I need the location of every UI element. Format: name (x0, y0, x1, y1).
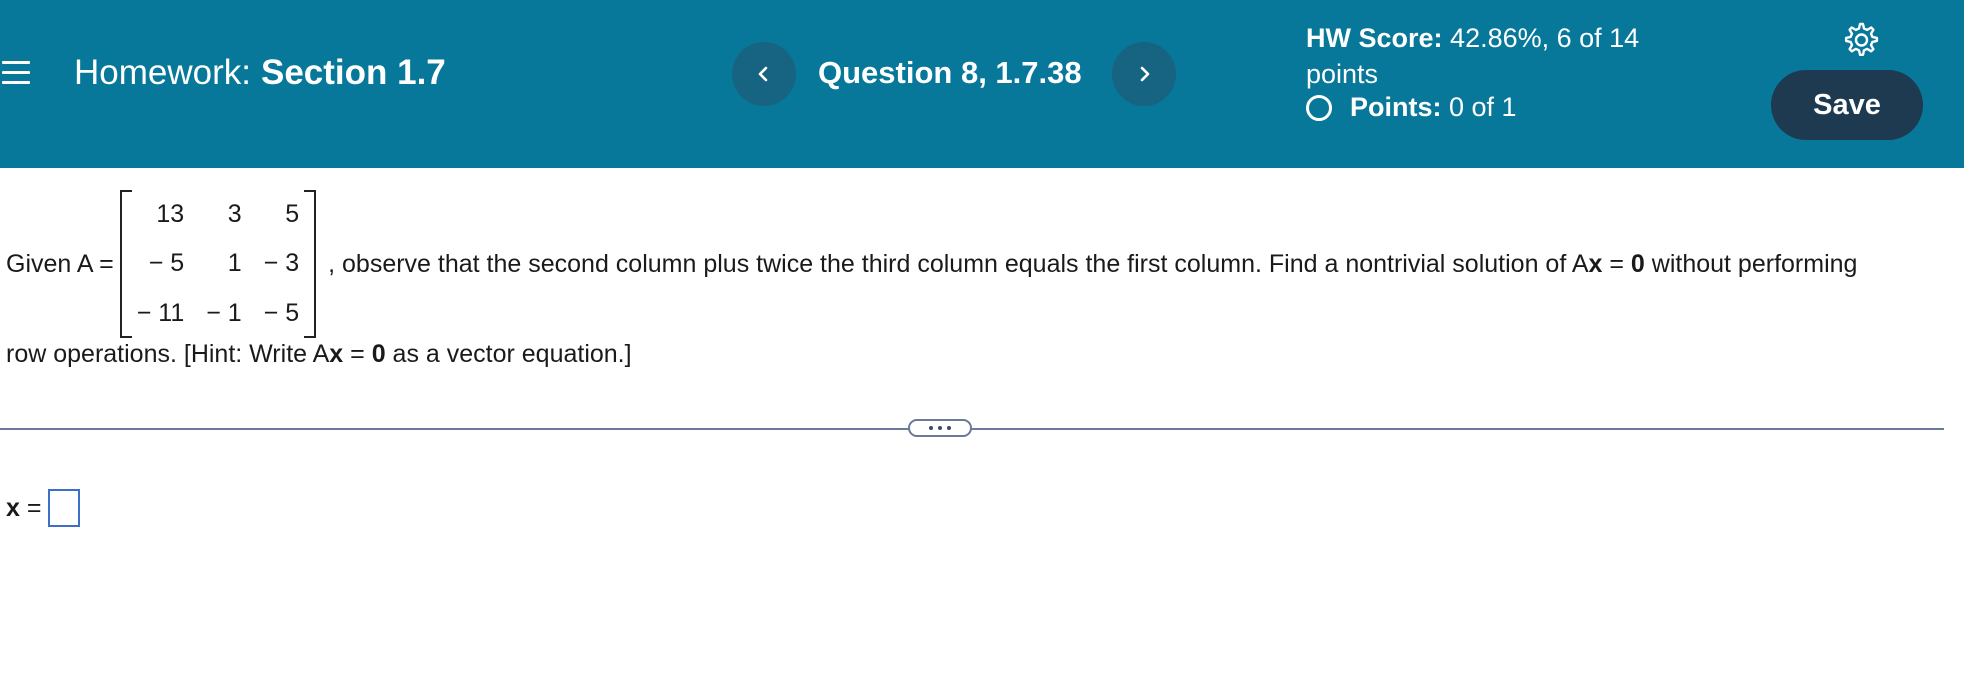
chevron-left-icon (758, 66, 768, 82)
header-bar: Homework: Section 1.7 Question 8, 1.7.38 … (0, 0, 1964, 168)
next-question-button[interactable] (1112, 42, 1176, 106)
chevron-right-icon (1140, 66, 1150, 82)
matrix-cell: − 1 (206, 298, 242, 327)
save-button[interactable]: Save (1771, 70, 1923, 140)
matrix-cell: 1 (227, 249, 242, 278)
points-value: 0 of 1 (1449, 92, 1517, 122)
matrix-cell: 5 (285, 200, 300, 229)
question-title: Question 8, 1.7.38 (818, 55, 1082, 90)
points-label: Points: (1350, 92, 1442, 122)
status-circle-icon (1306, 94, 1332, 121)
section-label: Section 1.7 (260, 53, 446, 92)
previous-question-button[interactable] (732, 42, 796, 106)
homework-label: Homework: (74, 53, 251, 92)
matrix-a: 13 3 5 − 5 1 − 3 − 11 − 1 − 5 (119, 190, 317, 338)
question-text-line1: , observe that the second column plus tw… (328, 249, 1858, 278)
points-status: Points: 0 of 1 (1306, 92, 1517, 123)
homework-title: Homework: Section 1.7 (74, 53, 446, 93)
matrix-cell: − 11 (136, 298, 185, 327)
hw-score: HW Score: 42.86%, 6 of 14 points (1306, 20, 1639, 92)
question-text-line2: row operations. [Hint: Write Ax = 0 as a… (6, 340, 632, 368)
hw-score-unit: points (1306, 59, 1379, 89)
ellipsis-icon[interactable] (908, 419, 972, 437)
matrix-cell: − 3 (263, 249, 300, 278)
gear-icon[interactable] (1840, 20, 1880, 60)
matrix-cell: − 5 (263, 298, 300, 327)
question-text: Given A = 13 3 5 − 5 1 − 3 − 11 − 1 − 5 … (6, 188, 1857, 340)
section-divider (0, 428, 1944, 430)
matrix-cell: 13 (156, 200, 185, 229)
hw-score-label: HW Score: (1306, 23, 1443, 53)
matrix-cell: 3 (227, 200, 242, 229)
matrix-cell: − 5 (148, 249, 185, 278)
question-prefix: Given A = (6, 249, 114, 278)
answer-label: x = (6, 494, 42, 522)
hw-score-value: 42.86%, 6 of 14 (1450, 23, 1640, 53)
answer-input[interactable] (48, 489, 80, 527)
menu-icon[interactable] (2, 58, 32, 88)
